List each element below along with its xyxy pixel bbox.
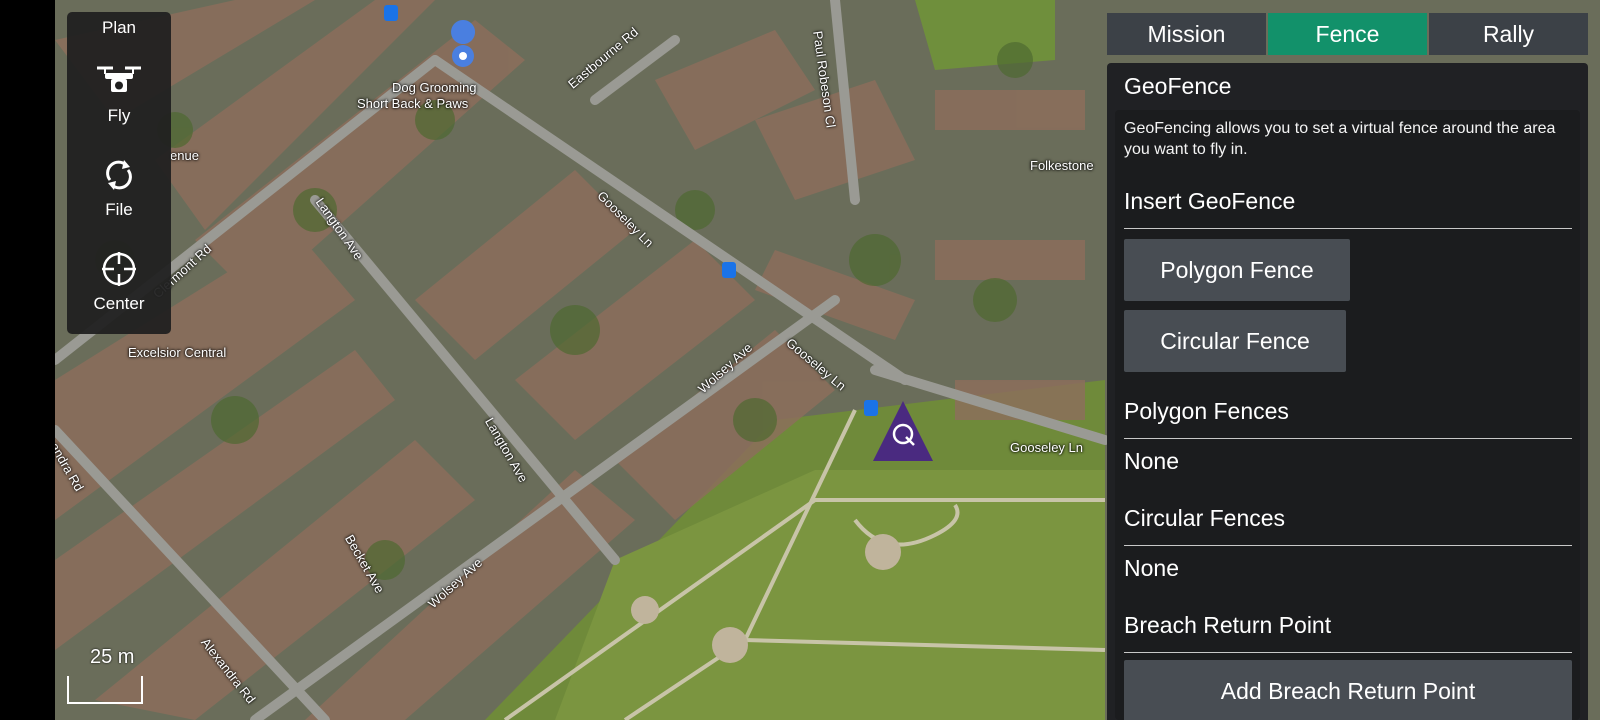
center-button[interactable]: Center [67, 250, 171, 314]
insert-geofence-heading: Insert GeoFence [1124, 188, 1296, 214]
sync-icon [106, 160, 132, 190]
plan-toolbar: Plan Fly File Center [67, 12, 171, 334]
plan-button[interactable]: Plan [67, 18, 171, 38]
polygon-fences-value: None [1124, 448, 1179, 474]
map-label-dog-grooming: Dog Grooming [392, 80, 477, 95]
map-label-gooseley-ln-3: Gooseley Ln [1010, 440, 1083, 455]
tab-rally[interactable]: Rally [1429, 13, 1588, 55]
circular-fences-heading: Circular Fences [1124, 505, 1286, 531]
drone-icon [97, 66, 141, 92]
map-label-excelsior-central: Excelsior Central [128, 345, 227, 360]
add-breach-return-button[interactable]: Add Breach Return Point [1124, 660, 1572, 720]
left-black-bar [0, 0, 55, 720]
file-label: File [105, 200, 133, 219]
geofence-panel: GeoFence GeoFencing allows you to set a … [1107, 63, 1588, 720]
polygon-fence-button[interactable]: Polygon Fence [1124, 239, 1350, 301]
insert-geofence-divider [1124, 228, 1572, 229]
crosshair-icon [102, 252, 136, 286]
vehicle-arrow-icon[interactable] [870, 398, 936, 464]
breach-return-divider [1124, 652, 1572, 653]
file-button[interactable]: File [67, 158, 171, 220]
fly-label: Fly [107, 106, 131, 125]
plan-type-tabs: Mission Fence Rally [1107, 13, 1588, 55]
map-label-folkestone: Folkestone [1030, 158, 1094, 173]
map-scale-text: 25 m [90, 646, 135, 668]
polygon-fences-divider [1124, 438, 1572, 439]
circular-fences-value: None [1124, 555, 1179, 581]
map-scale-bar [67, 676, 143, 704]
fly-button[interactable]: Fly [67, 62, 171, 126]
polygon-fences-heading: Polygon Fences [1124, 398, 1289, 424]
circular-fences-divider [1124, 545, 1572, 546]
center-label: Center [93, 294, 145, 313]
tab-fence[interactable]: Fence [1268, 13, 1427, 55]
map-label-avenue: enue [170, 148, 199, 163]
geofence-description: GeoFencing allows you to set a virtual f… [1124, 120, 1556, 158]
breach-return-heading: Breach Return Point [1124, 612, 1332, 638]
map-label-short-back-paws: Short Back & Paws [357, 96, 469, 111]
geofence-panel-body: GeoFencing allows you to set a virtual f… [1115, 110, 1580, 720]
tab-mission[interactable]: Mission [1107, 13, 1266, 55]
circular-fence-button[interactable]: Circular Fence [1124, 310, 1346, 372]
panel-title: GeoFence [1124, 73, 1232, 99]
plan-label: Plan [101, 18, 137, 37]
